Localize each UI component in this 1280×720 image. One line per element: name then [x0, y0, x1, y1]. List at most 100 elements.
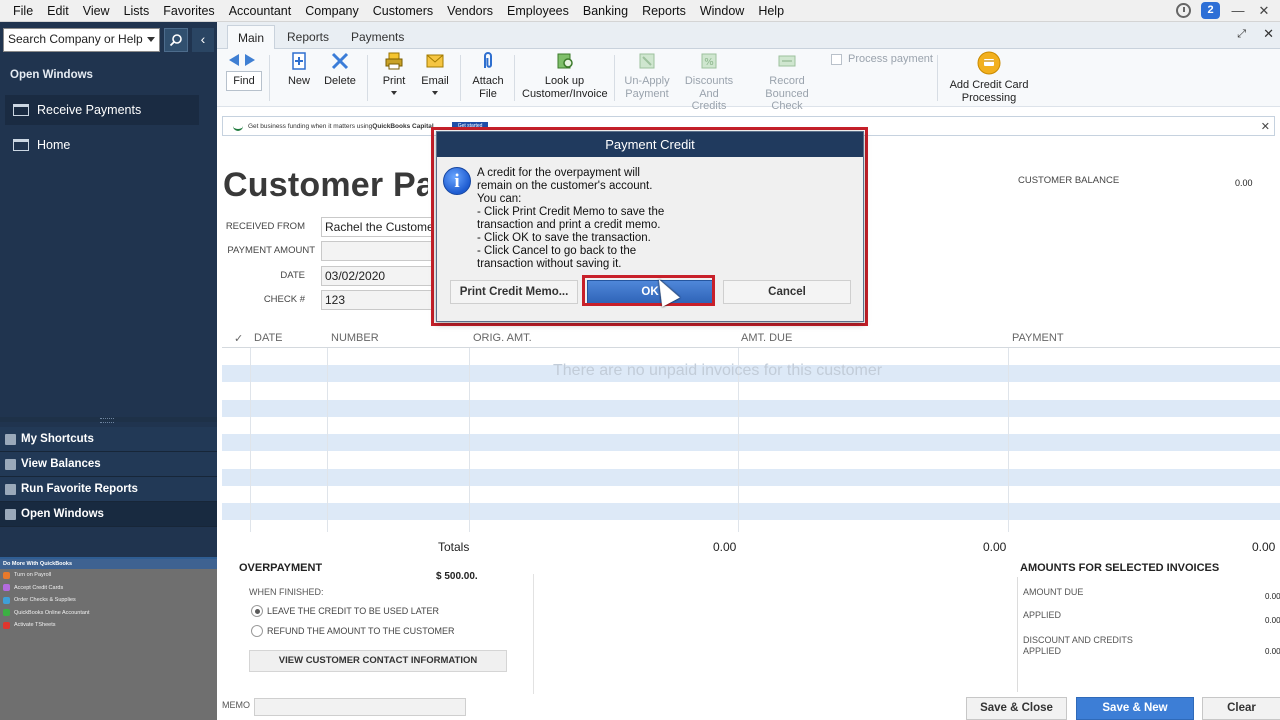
do-more-item-credit-cards[interactable]: Accept Credit Cards [0, 582, 217, 595]
menu-favorites[interactable]: Favorites [156, 0, 221, 22]
menu-reports[interactable]: Reports [635, 0, 693, 22]
menu-accountant[interactable]: Accountant [222, 0, 299, 22]
email-button[interactable]: Email [420, 51, 450, 95]
menu-window[interactable]: Window [693, 0, 751, 22]
attach-file-button[interactable]: Attach File [471, 51, 505, 100]
new-label: New [287, 75, 310, 87]
save-new-button[interactable]: Save & New [1076, 697, 1194, 720]
sidebar-splitter[interactable] [0, 417, 217, 423]
print-button[interactable]: Print [380, 51, 408, 95]
reminders-clock-icon[interactable] [1176, 3, 1191, 18]
date-label: DATE [280, 270, 305, 281]
do-more-item-qboa[interactable]: QuickBooks Online Accountant [0, 607, 217, 620]
add-credit-card-processing-button[interactable]: Add Credit Card Processing [947, 51, 1031, 104]
svg-text:%: % [704, 57, 714, 68]
search-button[interactable] [164, 28, 188, 52]
clear-button[interactable]: Clear [1202, 697, 1280, 720]
open-window-home[interactable]: Home [5, 130, 199, 160]
section-view-balances[interactable]: View Balances [0, 452, 217, 477]
ok-highlight-frame [582, 275, 715, 306]
section-run-favorite-reports[interactable]: Run Favorite Reports [0, 477, 217, 502]
memo-field[interactable] [254, 698, 466, 716]
view-customer-contact-button[interactable]: VIEW CUSTOMER CONTACT INFORMATION [249, 650, 507, 672]
menu-file[interactable]: File [0, 0, 40, 22]
search-input[interactable]: Search Company or Help [3, 28, 160, 52]
record-label-2: Bounced Check [765, 87, 809, 113]
tab-payments[interactable]: Payments [341, 25, 414, 49]
column-date[interactable]: DATE [254, 332, 283, 344]
check-number-field[interactable]: 123 [321, 290, 433, 310]
delete-button[interactable]: Delete [321, 51, 359, 88]
date-field[interactable]: 03/02/2020 [321, 266, 433, 286]
record-bounced-check-button[interactable]: Record Bounced Check [749, 51, 825, 113]
open-window-label: Home [37, 138, 71, 152]
unapply-payment-button[interactable]: Un-Apply Payment [623, 51, 671, 100]
chevron-down-icon[interactable] [147, 37, 155, 42]
discount-icon: % [699, 51, 719, 71]
column-payment[interactable]: PAYMENT [1012, 332, 1064, 344]
menu-lists[interactable]: Lists [117, 0, 157, 22]
dialog-message: A credit for the overpayment will remain… [477, 167, 707, 271]
menu-edit[interactable]: Edit [40, 0, 76, 22]
banner-text: Get business funding when it matters usi… [248, 122, 373, 130]
close-window-icon[interactable]: ✕ [1256, 3, 1272, 19]
menu-view[interactable]: View [76, 0, 117, 22]
collapse-sidebar-button[interactable]: ‹ [192, 28, 214, 52]
amounts-selected-title: AMOUNTS FOR SELECTED INVOICES [1020, 562, 1220, 574]
banner-brand: QuickBooks Capital [372, 122, 434, 130]
table-row [222, 469, 1280, 486]
amount-due-value: 0.00 [1265, 592, 1280, 601]
expand-icon[interactable]: ⤢ [1237, 28, 1246, 41]
discount-credits-label-2: APPLIED [1023, 646, 1062, 656]
new-button[interactable]: New [287, 51, 311, 88]
discounts-label-2: Credits [691, 100, 727, 112]
received-from-field[interactable]: Rachel the Customer [321, 217, 433, 237]
overpayment-amount: $ 500.00. [436, 571, 478, 582]
column-orig-amt[interactable]: ORIG. AMT. [473, 332, 532, 344]
section-my-shortcuts[interactable]: My Shortcuts [0, 427, 217, 452]
column-amt-due[interactable]: AMT. DUE [741, 332, 792, 344]
alerts-badge[interactable]: 2 [1201, 2, 1220, 19]
memo-label: MEMO [222, 700, 250, 710]
select-column-header[interactable]: ✓ [234, 332, 243, 345]
previous-arrow-icon[interactable] [229, 54, 239, 66]
find-button[interactable]: Find [226, 71, 262, 91]
discounts-credits-button[interactable]: % Discounts And Credits [675, 51, 743, 113]
menu-company[interactable]: Company [298, 0, 366, 22]
save-close-button[interactable]: Save & Close [966, 697, 1067, 720]
menu-help[interactable]: Help [751, 0, 791, 22]
do-more-item-checks[interactable]: Order Checks & Supplies [0, 594, 217, 607]
cancel-button[interactable]: Cancel [723, 280, 851, 304]
section-open-windows[interactable]: Open Windows [0, 502, 217, 527]
dialog-line: - Click Print Credit Memo to save the [477, 206, 665, 218]
refund-radio[interactable] [251, 625, 263, 637]
do-more-item-tsheets[interactable]: Activate TSheets [0, 619, 217, 632]
open-windows-heading: Open Windows [10, 69, 93, 81]
close-banner-icon[interactable]: ✕ [1261, 120, 1270, 133]
leave-credit-radio[interactable] [251, 605, 263, 617]
tab-main[interactable]: Main [227, 25, 276, 49]
print-credit-memo-button[interactable]: Print Credit Memo... [450, 280, 578, 304]
minimize-icon[interactable]: — [1230, 3, 1246, 18]
menu-vendors[interactable]: Vendors [440, 0, 500, 22]
when-finished-label: WHEN FINISHED: [249, 587, 324, 597]
menu-banking[interactable]: Banking [576, 0, 635, 22]
leave-credit-label[interactable]: LEAVE THE CREDIT TO BE USED LATER [267, 606, 439, 616]
payment-amount-field[interactable] [321, 241, 433, 261]
do-more-item-payroll[interactable]: Turn on Payroll [0, 569, 217, 582]
tab-reports[interactable]: Reports [277, 25, 339, 49]
lookup-customer-invoice-button[interactable]: Look up Customer/Invoice [522, 51, 608, 100]
close-form-icon[interactable]: ✕ [1263, 26, 1274, 42]
process-payment-checkbox[interactable]: Process payment [831, 53, 933, 65]
lookup-icon [555, 51, 575, 71]
menu-customers[interactable]: Customers [366, 0, 440, 22]
open-window-receive-payments[interactable]: Receive Payments [5, 95, 199, 125]
column-number[interactable]: NUMBER [331, 332, 379, 344]
chevron-left-icon: ‹ [200, 31, 206, 47]
menu-employees[interactable]: Employees [500, 0, 576, 22]
next-arrow-icon[interactable] [245, 54, 255, 66]
amount-due-label: AMOUNT DUE [1023, 587, 1084, 597]
paperclip-icon [478, 51, 498, 71]
applied-label: APPLIED [1023, 610, 1062, 620]
refund-label[interactable]: REFUND THE AMOUNT TO THE CUSTOMER [267, 626, 455, 636]
